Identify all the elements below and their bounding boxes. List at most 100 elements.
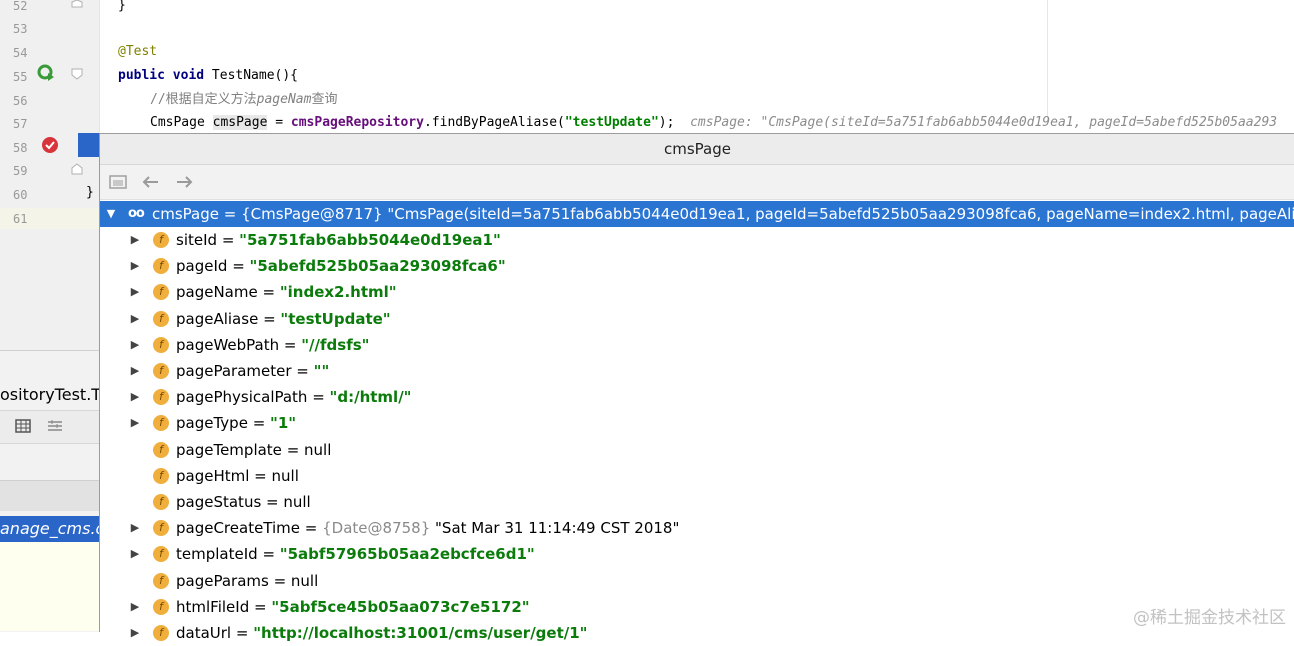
field-name: pageWebPath [176,335,280,354]
field-icon: f [153,389,169,406]
tree-field-row[interactable]: ▶ f pageParameter = "" [100,358,1294,384]
method-call-text: .findByPageAliase( [423,115,565,130]
field-type: {Date@8758} [322,519,431,538]
field-icon: f [153,441,169,458]
chevron-right-icon[interactable]: ▶ [128,410,142,436]
selected-tree-item[interactable]: anage_cms.da [0,516,100,542]
field-icon: f [153,625,169,641]
field-value: "testUpdate" [280,309,391,328]
line-number: 60 [13,188,28,202]
tree-root-row[interactable]: ▼ oo cmsPage = {CmsPage@8717} "CmsPage(s… [100,201,1294,227]
comment-text: 查询 [311,92,338,107]
tool-window-title[interactable]: ositoryTest.Tes [0,380,100,410]
root-name: cmsPage [152,205,219,223]
field-value: "5abefd525b05aa293098fca6" [249,257,506,276]
tree-row-text: pageAliase = "testUpdate" [176,309,391,328]
code-line-56: //根据自定义方法pageNam查询 [150,88,337,112]
tree-field-row[interactable]: f pageParams = null [100,568,1294,594]
field-name: pageName [176,283,258,302]
field-name: templateId [176,545,258,564]
chevron-right-icon[interactable]: ▶ [128,515,142,541]
field-icon: f [153,415,169,432]
field-value: "5a751fab6abb5044e0d19ea1" [239,231,501,249]
debug-value-popup[interactable]: cmsPage ▼ oo cmsPage = {CmsPage@8717} "C… [99,133,1294,642]
chevron-right-icon[interactable]: ▶ [128,227,142,253]
field-value: "5abf57965b05aa2ebcfce6d1" [279,545,535,564]
field-value: "index2.html" [279,283,397,302]
tree-field-row[interactable]: ▶ f pageId = "5abefd525b05aa293098fca6" [100,253,1294,279]
popup-title[interactable]: cmsPage [100,134,1294,165]
tree-field-row[interactable]: f pageTemplate = null [100,437,1294,463]
tree-field-row[interactable]: f pageHtml = null [100,463,1294,489]
field-value: "Sat Mar 31 11:14:49 CST 2018" [435,519,680,538]
filter-lines-icon[interactable] [47,419,63,433]
tree-row-text: siteId = "5a751fab6abb5044e0d19ea1" [176,231,501,249]
field-value: null [304,440,332,459]
field-icon: f [153,546,169,563]
tree-row-text: pageParams = null [176,571,319,590]
breakpoint-icon[interactable] [41,136,59,154]
tree-field-row[interactable]: ▶ f pageCreateTime = {Date@8758} "Sat Mar … [100,515,1294,541]
tree-field-row[interactable]: ▶ f pagePhysicalPath = "d:/html/" [100,384,1294,410]
execution-line-gutter [0,133,78,157]
tree-field-row[interactable]: ▶ f templateId = "5abf57965b05aa2ebcfce6d1… [100,541,1294,567]
field-name: pageTemplate [176,440,282,459]
tree-field-row[interactable]: ▶ f siteId = "5a751fab6abb5044e0d19ea1" [100,227,1294,253]
tree-field-row[interactable]: f pageStatus = null [100,489,1294,515]
table-icon[interactable] [15,419,31,433]
root-value: "CmsPage(siteId=5a751fab6abb5044e0d19ea1… [387,205,1294,223]
chevron-right-icon[interactable]: ▶ [128,253,142,279]
field-icon: f [153,598,169,615]
inline-debug-value[interactable]: cmsPage: "CmsPage(siteId=5a751fab6abb504… [690,115,1277,130]
code-line-54: @Test [118,40,157,64]
fold-marker-icon[interactable] [71,0,83,8]
line-number: 54 [13,46,28,60]
show-in-watches-icon[interactable] [108,173,130,191]
field-icon: f [153,520,169,537]
field-name: htmlFileId [176,597,250,616]
tool-window-toolbar [0,410,100,444]
field-name: pageType [176,414,248,433]
line-number: 57 [13,117,28,131]
back-arrow-icon[interactable] [140,173,162,191]
tree-row-text: pageTemplate = null [176,440,332,459]
chevron-right-icon[interactable]: ▶ [128,541,142,567]
tree-field-row[interactable]: ▶ f pageWebPath = "//fdsfs" [100,332,1294,358]
tree-row-text: templateId = "5abf57965b05aa2ebcfce6d1" [176,545,535,564]
fold-marker-icon[interactable] [71,163,83,175]
field-name: pagePhysicalPath [176,388,308,407]
chevron-right-icon[interactable]: ▶ [128,384,142,410]
field-value: null [290,571,319,590]
tree-field-row[interactable]: ▶ f pageName = "index2.html" [100,279,1294,305]
tree-field-row[interactable]: ▶ f pageAliase = "testUpdate" [100,306,1294,332]
forward-arrow-icon[interactable] [173,173,195,191]
chevron-right-icon[interactable]: ▶ [128,279,142,305]
variable-text[interactable]: cmsPage [212,115,268,130]
tree-field-row[interactable]: ▶ f htmlFileId = "5abf5ce45b05aa073c7e5172… [100,594,1294,620]
line-number: 59 [13,164,28,178]
field-value: "" [313,362,330,380]
chevron-down-icon[interactable]: ▼ [104,201,118,227]
tree-field-row[interactable]: ▶ f dataUrl = "http://localhost:31001/cms/… [100,620,1294,646]
tree-field-row[interactable]: ▶ f pageType = "1" [100,410,1294,436]
comment-text: pageNam [256,92,312,107]
field-icon: f [153,310,169,327]
chevron-right-icon[interactable]: ▶ [128,358,142,384]
tree-row-text: pageName = "index2.html" [176,283,397,302]
chevron-right-icon[interactable]: ▶ [128,620,142,646]
chevron-right-icon[interactable]: ▶ [128,594,142,620]
tree-row-text: pageStatus = null [176,493,311,511]
field-name: pageParameter [176,362,292,380]
field-value: "d:/html/" [329,388,412,407]
fold-marker-icon[interactable] [71,68,83,80]
field-icon: f [153,363,169,379]
popup-toolbar [100,165,1294,200]
string-literal: "testUpdate" [564,115,659,130]
code-line-60: } [86,181,94,205]
chevron-right-icon[interactable]: ▶ [128,306,142,332]
run-test-icon[interactable] [37,64,55,82]
operator-text: = [267,115,291,130]
chevron-right-icon[interactable]: ▶ [128,332,142,358]
tree-row-text: pageId = "5abefd525b05aa293098fca6" [176,257,506,276]
field-icon: f [153,336,169,353]
